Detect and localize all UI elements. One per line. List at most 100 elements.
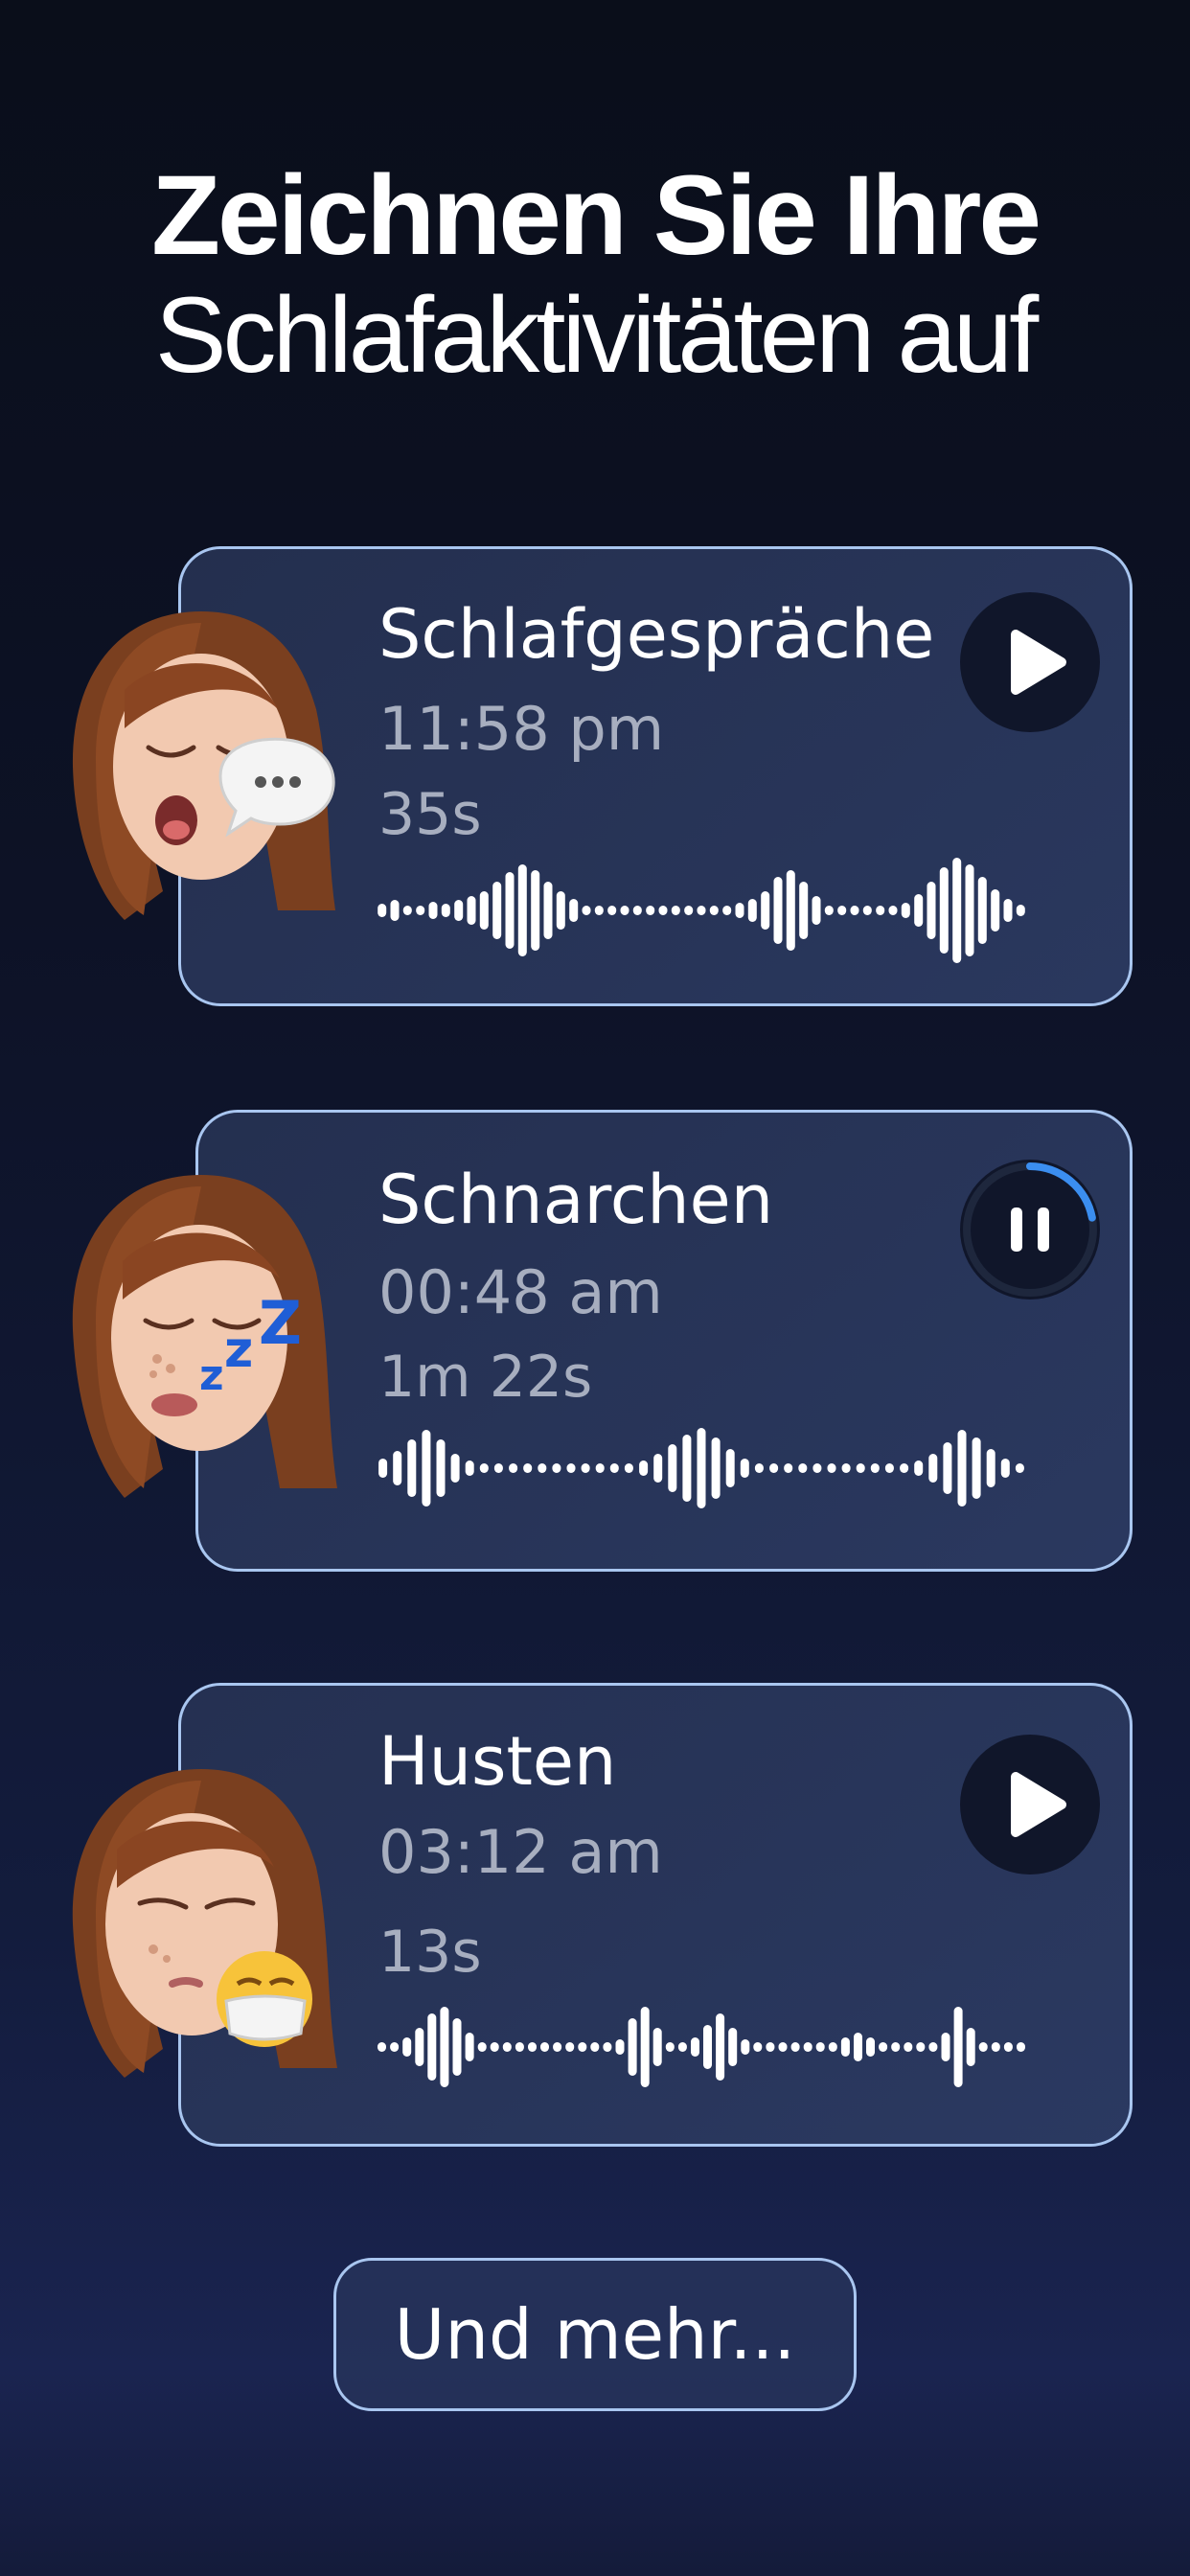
waveform-bar [901, 903, 910, 918]
waveform-bar [569, 899, 579, 922]
waveform-bar [595, 1463, 605, 1473]
waveform-bar [914, 1460, 924, 1476]
waveform-bar [378, 2042, 386, 2052]
waveform-bar [646, 906, 655, 915]
waveform-bar [824, 906, 834, 915]
waveform-bar [828, 2042, 837, 2052]
waveform-bar [957, 1430, 967, 1506]
waveform-bar [493, 1463, 503, 1473]
waveform-bar [378, 1459, 388, 1478]
waveform-bar [854, 2033, 862, 2061]
waveform-bar [978, 2042, 988, 2052]
waveform-bar [624, 1463, 633, 1473]
waveform-bar [677, 2042, 687, 2052]
waveform-bar [581, 1463, 590, 1473]
waveform-bar [523, 1463, 533, 1473]
waveform-bar [556, 891, 565, 930]
waveform-bar [735, 903, 744, 918]
svg-text:Z: Z [259, 1288, 302, 1358]
waveform-bar [837, 906, 847, 915]
sleeping-talking-memoji-icon [57, 604, 345, 933]
waveform-bar [565, 2042, 575, 2052]
waveform-bar [492, 882, 502, 939]
coughing-memoji-icon [57, 1761, 345, 2091]
waveform-bar [991, 889, 1000, 932]
waveform-bar [1015, 1463, 1024, 1473]
card-title: Schlafgespräche [378, 595, 935, 674]
waveform-bar [939, 867, 949, 954]
card-time: 11:58 pm [378, 694, 665, 764]
waveform-bar [761, 891, 770, 930]
waveform-bar [440, 2007, 449, 2087]
waveform-bar [603, 2042, 612, 2052]
waveform-bar [590, 2042, 600, 2052]
waveform-bar [753, 2042, 763, 2052]
waveform-bar [879, 2042, 888, 2052]
waveform-bar [1000, 1459, 1010, 1478]
card-duration: 35s [378, 781, 482, 848]
waveform-bar [653, 1454, 663, 1483]
waveform-bar [916, 2042, 926, 2052]
card-time: 00:48 am [378, 1257, 663, 1327]
waveform-bar [977, 877, 987, 944]
waveform-bar [786, 870, 795, 951]
waveform-bar [378, 904, 387, 917]
waveform-bar [862, 906, 872, 915]
waveform-bar [778, 2042, 788, 2052]
waveform-bar [454, 900, 464, 921]
waveform-bar [812, 896, 821, 925]
pause-button[interactable] [960, 1160, 1100, 1300]
waveform-bar [986, 1449, 995, 1487]
waveform-bar [658, 906, 668, 915]
waveform-bar [870, 1463, 880, 1473]
play-icon [1011, 630, 1066, 695]
waveform-bar [505, 872, 515, 949]
waveform-bar [928, 1454, 938, 1483]
waveform-bar [515, 2042, 524, 2052]
waveform-bar [422, 1430, 431, 1506]
waveform-bar [876, 906, 885, 915]
page-headline: Zeichnen Sie Ihre Schlafaktivitäten auf [0, 153, 1190, 397]
waveform-bar [436, 1439, 446, 1497]
waveform-bar [517, 864, 527, 956]
waveform-bar [528, 2042, 537, 2052]
waveform-bar [884, 1463, 894, 1473]
waveform-bar [697, 906, 706, 915]
waveform-bar [728, 2028, 738, 2066]
waveform-bar [450, 1454, 460, 1483]
waveform-bar [390, 900, 400, 921]
waveform-bar [1016, 905, 1025, 916]
waveform-bar [665, 2042, 675, 2052]
waveform-bar [928, 2042, 938, 2052]
waveform-bar [477, 2042, 487, 2052]
play-button[interactable] [960, 592, 1100, 732]
waveform-bar [703, 2025, 712, 2069]
waveform-bar [691, 2037, 699, 2057]
card-duration: 1m 22s [378, 1344, 593, 1411]
waveform-bar [640, 2007, 650, 2087]
snoring-memoji-icon: z z Z [57, 1167, 345, 1516]
headline-line-1: Zeichnen Sie Ihre [150, 152, 1041, 279]
waveform-bar [711, 1438, 721, 1499]
waveform-bar [543, 882, 553, 939]
waveform-bar [722, 906, 732, 915]
waveform-bar [891, 2042, 901, 2052]
play-button[interactable] [960, 1735, 1100, 1874]
waveform-bar [799, 882, 809, 939]
waveform-bar [747, 899, 757, 922]
svg-text:z: z [199, 1351, 224, 1400]
card-time: 03:12 am [378, 1817, 663, 1887]
waveform-bar [941, 2033, 950, 2061]
waveform-bar [578, 2042, 587, 2052]
card-duration: 13s [378, 1919, 482, 1986]
more-button[interactable]: Und mehr... [333, 2258, 857, 2411]
waveform-bar [716, 2013, 725, 2081]
waveform-bar [632, 906, 642, 915]
waveform-bar [741, 2039, 750, 2055]
waveform-snoring [378, 1428, 1024, 1508]
waveform-bar [402, 2037, 412, 2057]
waveform-bar [540, 2042, 549, 2052]
waveform-bar [740, 1459, 749, 1478]
waveform-bar [904, 2042, 913, 2052]
play-icon [1011, 1772, 1066, 1837]
